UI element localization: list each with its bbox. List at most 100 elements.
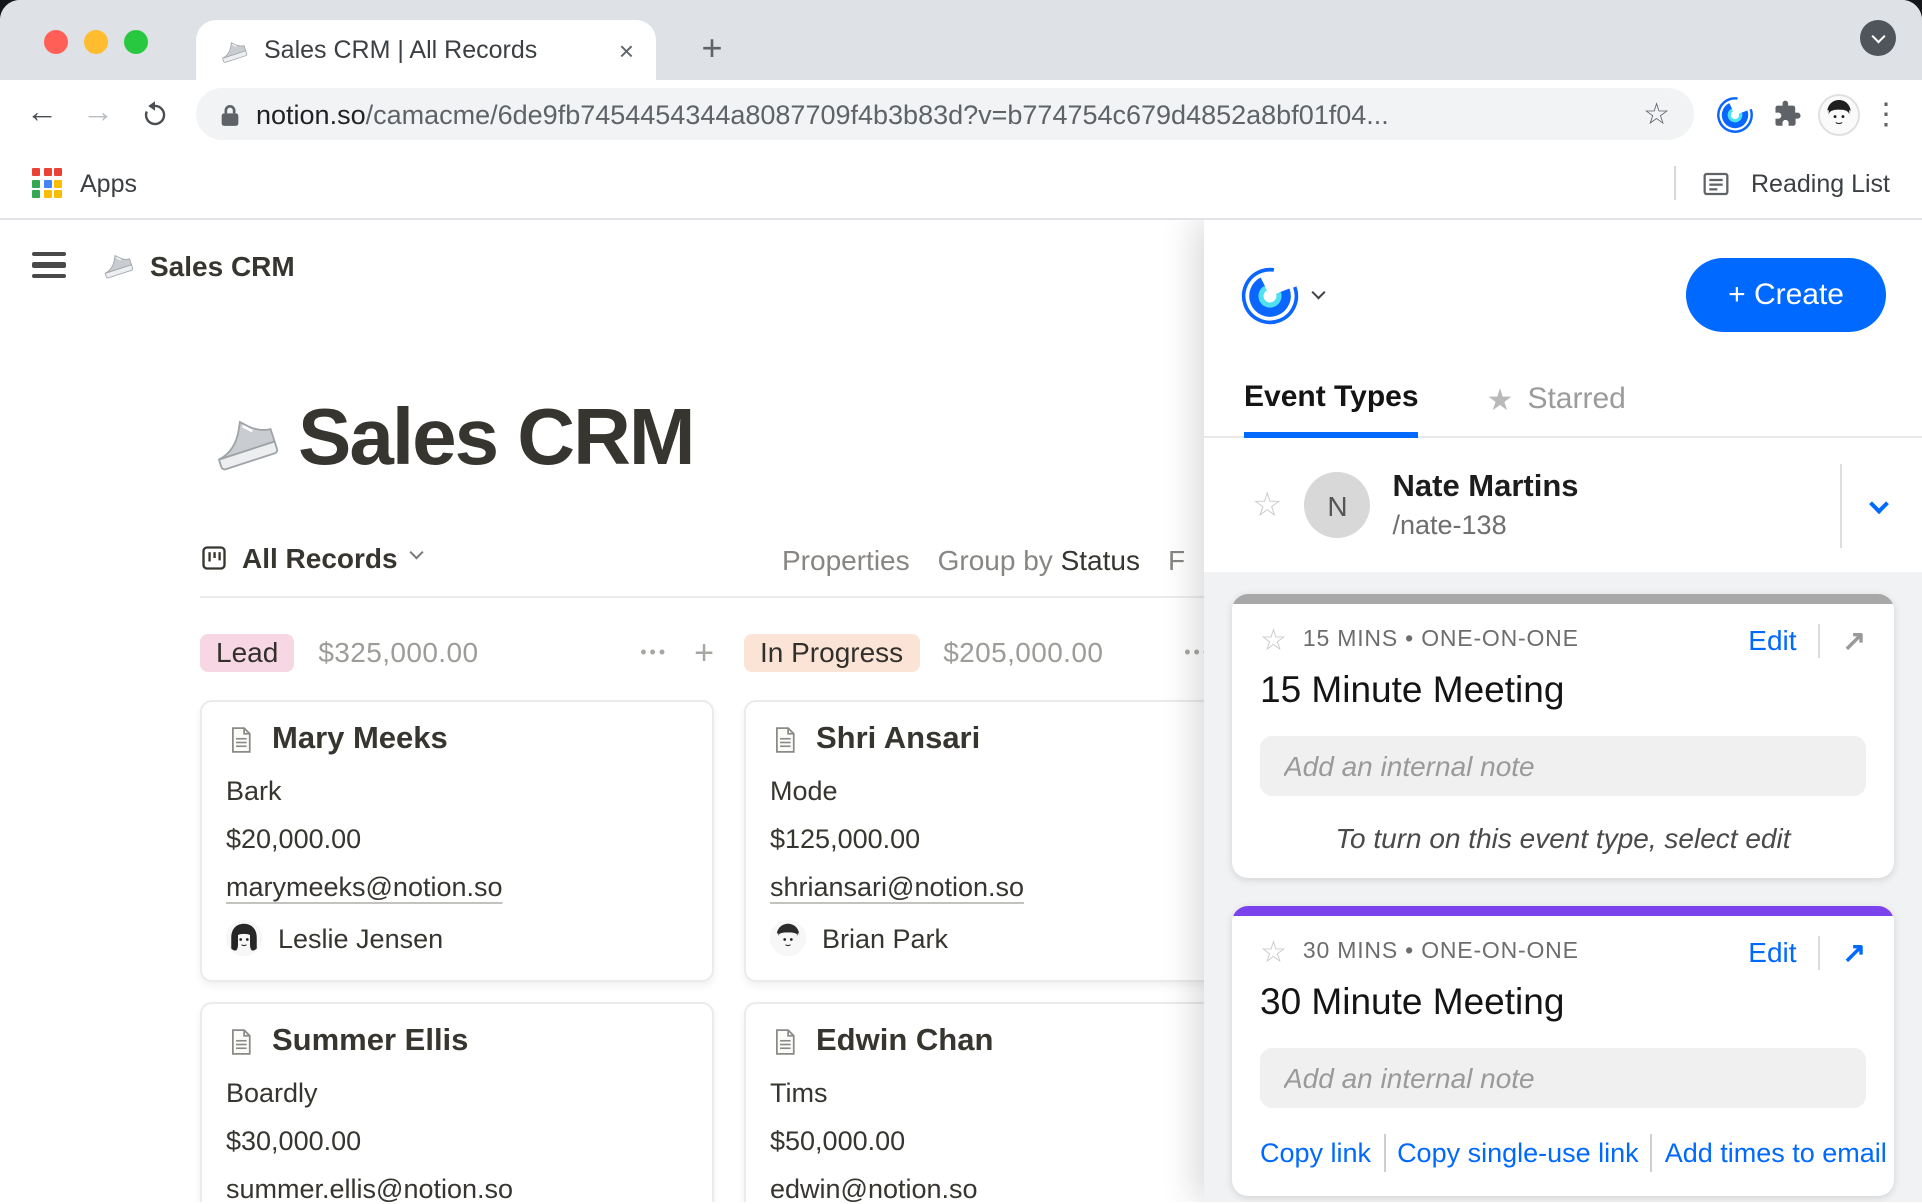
- group-by-label: Group by: [938, 544, 1053, 576]
- close-window-button[interactable]: [44, 30, 68, 54]
- url-text: notion.so/camacme/6de9fb7454454344a80877…: [256, 99, 1627, 129]
- column-menu-icon[interactable]: •••: [640, 642, 668, 662]
- kanban-column-lead: Lead $325,000.00 ••• + Mary Meeks: [200, 624, 714, 1202]
- properties-button[interactable]: Properties: [782, 544, 910, 576]
- reading-list-icon[interactable]: [1699, 167, 1731, 199]
- tab-title: Sales CRM | All Records: [264, 36, 603, 64]
- document-icon: [226, 724, 256, 756]
- star-outline-icon[interactable]: ☆: [1260, 622, 1287, 658]
- event-meta: 30 MINS • ONE-ON-ONE: [1303, 940, 1579, 964]
- external-link-icon[interactable]: ↗: [1843, 935, 1866, 969]
- add-times-to-email-button[interactable]: Add times to email: [1665, 1138, 1887, 1168]
- apps-grid-icon: [32, 168, 62, 198]
- calendly-logo-icon: [1240, 265, 1300, 325]
- filter-button[interactable]: Filter: [1168, 544, 1186, 576]
- calendly-account-switcher[interactable]: [1240, 265, 1323, 325]
- status-badge[interactable]: Lead: [200, 633, 294, 671]
- edit-link[interactable]: Edit: [1748, 936, 1796, 968]
- star-outline-icon[interactable]: ☆: [1260, 934, 1287, 970]
- event-card-15-min[interactable]: ☆ 15 MINS • ONE-ON-ONE Edit ↗ 15 Minute …: [1232, 594, 1894, 878]
- star-outline-icon[interactable]: ☆: [1252, 485, 1283, 525]
- record-amount: $30,000.00: [226, 1126, 688, 1156]
- internal-note-input[interactable]: [1260, 1048, 1866, 1108]
- calendly-extension-icon[interactable]: [1710, 95, 1758, 133]
- group-by-value: Status: [1061, 544, 1140, 576]
- create-button[interactable]: + Create: [1686, 258, 1886, 332]
- sneaker-icon: [100, 248, 134, 282]
- record-card-summer-ellis[interactable]: Summer Ellis Boardly $30,000.00 summer.e…: [200, 1002, 714, 1202]
- expand-chevron-icon[interactable]: [1872, 487, 1886, 523]
- workspace-title: Sales CRM: [150, 249, 295, 281]
- record-name: Summer Ellis: [272, 1024, 468, 1060]
- forward-button[interactable]: →: [72, 98, 124, 130]
- record-company: Boardly: [226, 1078, 688, 1108]
- apps-bookmark[interactable]: Apps: [80, 169, 137, 197]
- calendly-header: + Create: [1204, 220, 1922, 332]
- back-button[interactable]: ←: [16, 98, 68, 130]
- bookmarks-bar: Apps Reading List: [0, 148, 1922, 220]
- link-divider: [1651, 1134, 1653, 1172]
- bookmark-star-icon[interactable]: ☆: [1643, 96, 1670, 132]
- minimize-window-button[interactable]: [84, 30, 108, 54]
- column-add-icon[interactable]: +: [694, 635, 714, 669]
- url-bar[interactable]: notion.so/camacme/6de9fb7454454344a80877…: [196, 88, 1694, 140]
- status-badge[interactable]: In Progress: [744, 633, 919, 671]
- calendly-tabs: Event Types ★ Starred: [1204, 380, 1922, 438]
- page-content: Sales CRM Sales CRM All Records: [0, 220, 1922, 1202]
- event-actions: Copy link Copy single-use link Add times…: [1260, 1134, 1866, 1172]
- event-card-30-min[interactable]: ☆ 30 MINS • ONE-ON-ONE Edit ↗ 30 Minute …: [1232, 906, 1894, 1196]
- edit-link[interactable]: Edit: [1748, 624, 1796, 656]
- calendly-panel: + Create Event Types ★ Starred ☆ N Nate …: [1204, 220, 1922, 1202]
- copy-link-button[interactable]: Copy link: [1260, 1138, 1371, 1168]
- page-title: Sales CRM: [298, 398, 694, 478]
- internal-note-input[interactable]: [1260, 736, 1866, 796]
- record-card-edwin-chan[interactable]: Edwin Chan Tims $50,000.00 edwin@notion.…: [744, 1002, 1258, 1202]
- tab-favicon-sneaker-icon: [218, 35, 248, 65]
- document-icon: [226, 1026, 256, 1058]
- bookmarks-divider: [1673, 166, 1675, 200]
- reading-list-label[interactable]: Reading List: [1751, 169, 1890, 197]
- tab-starred[interactable]: ★ Starred: [1487, 380, 1626, 436]
- extensions-puzzle-icon[interactable]: [1762, 98, 1810, 130]
- view-selector[interactable]: All Records: [200, 542, 421, 574]
- tab-event-types[interactable]: Event Types: [1244, 380, 1419, 438]
- record-card-mary-meeks[interactable]: Mary Meeks Bark $20,000.00 marymeeks@not…: [200, 700, 714, 982]
- event-hint: To turn on this event type, select edit: [1260, 822, 1866, 854]
- record-email-link[interactable]: summer.ellis@notion.so: [226, 1174, 688, 1202]
- event-color-bar: [1232, 594, 1894, 604]
- meta-divider: [1819, 935, 1821, 969]
- group-by-button[interactable]: Group by Status: [938, 544, 1140, 576]
- tab-starred-label: Starred: [1527, 382, 1625, 416]
- reload-button[interactable]: [128, 99, 180, 129]
- calendly-user-row[interactable]: ☆ N Nate Martins /nate-138: [1204, 438, 1922, 572]
- record-card-shri-ansari[interactable]: Shri Ansari Mode $125,000.00 shriansari@…: [744, 700, 1258, 982]
- user-avatar: N: [1305, 472, 1371, 538]
- page-emoji-sneaker-icon: [208, 406, 280, 478]
- browser-tab[interactable]: Sales CRM | All Records ×: [196, 20, 656, 80]
- record-email-link[interactable]: shriansari@notion.so: [770, 872, 1232, 902]
- workspace-breadcrumb[interactable]: Sales CRM: [100, 248, 295, 282]
- profile-avatar[interactable]: [1814, 93, 1862, 135]
- tab-strip: Sales CRM | All Records × +: [0, 0, 1922, 80]
- record-owner: Brian Park: [770, 920, 1232, 956]
- avatar: [770, 920, 806, 956]
- zoom-window-button[interactable]: [124, 30, 148, 54]
- browser-menu-icon[interactable]: ⋮: [1866, 96, 1906, 132]
- kanban-column-in-progress: In Progress $205,000.00 ••• + Shri An: [744, 624, 1258, 1202]
- tab-close-icon[interactable]: ×: [619, 37, 634, 63]
- lock-icon: [220, 101, 240, 127]
- record-email-link[interactable]: edwin@notion.so: [770, 1174, 1232, 1202]
- copy-single-use-link-button[interactable]: Copy single-use link: [1397, 1138, 1639, 1168]
- record-email-link[interactable]: marymeeks@notion.so: [226, 872, 688, 902]
- hamburger-menu-icon[interactable]: [32, 251, 66, 278]
- tab-search-button[interactable]: [1860, 20, 1896, 56]
- filter-label: Filter: [1168, 544, 1186, 576]
- record-name: Mary Meeks: [272, 722, 448, 758]
- event-title: 15 Minute Meeting: [1260, 668, 1866, 712]
- meta-divider: [1819, 623, 1821, 657]
- column-header: Lead $325,000.00 ••• +: [200, 624, 714, 680]
- new-tab-button[interactable]: +: [692, 28, 732, 70]
- external-link-icon[interactable]: ↗: [1843, 623, 1866, 657]
- url-domain: notion.so: [256, 99, 366, 129]
- record-company: Bark: [226, 776, 688, 806]
